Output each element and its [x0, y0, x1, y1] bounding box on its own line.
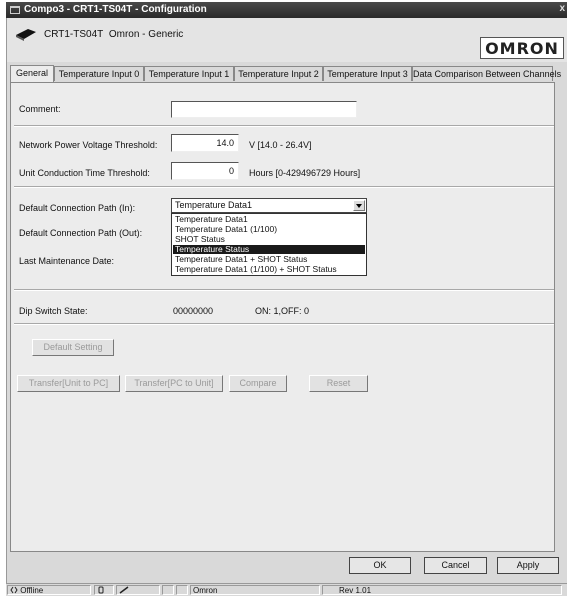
status-revision: Rev 1.01 [322, 585, 562, 595]
omron-logo: OMRON [480, 37, 564, 59]
dropdown-option-selected[interactable]: Temperature Status [173, 245, 365, 254]
tab-temperature-input-0[interactable]: Temperature Input 0 [54, 66, 144, 81]
device-vendor: Omron - Generic [108, 29, 184, 40]
status-mode: Offline [7, 585, 91, 595]
status-mode-text: Offline [20, 586, 44, 595]
path-in-label: Default Connection Path (In): [19, 203, 136, 213]
transfer-to-unit-button[interactable]: Transfer[PC to Unit] [125, 375, 223, 392]
pencil-icon [119, 586, 129, 594]
comment-input[interactable] [171, 101, 357, 118]
status-cell [176, 585, 188, 595]
conduction-threshold-input[interactable]: 0 [171, 162, 239, 180]
tab-temperature-input-1[interactable]: Temperature Input 1 [144, 66, 234, 81]
dropdown-option[interactable]: Temperature Data1 + SHOT Status [173, 255, 365, 264]
reset-button[interactable]: Reset [309, 375, 368, 392]
separator [14, 186, 554, 188]
path-in-value: Temperature Data1 [175, 200, 253, 210]
offline-icon [10, 586, 18, 594]
tab-temperature-input-3[interactable]: Temperature Input 3 [323, 66, 412, 81]
plug-icon [98, 586, 104, 594]
device-icon [16, 29, 36, 41]
separator [14, 289, 554, 291]
status-cell [162, 585, 174, 595]
status-plug [94, 585, 114, 595]
dropdown-option[interactable]: Temperature Data1 [173, 215, 365, 224]
window-title: Compo3 - CRT1-TS04T - Configuration [24, 4, 207, 15]
window-icon [10, 6, 20, 14]
path-dropdown-list: Temperature Data1 Temperature Data1 (1/1… [171, 213, 367, 276]
close-icon[interactable]: x [559, 3, 565, 14]
comment-label: Comment: [19, 104, 61, 114]
conduction-threshold-label: Unit Conduction Time Threshold: [19, 168, 150, 178]
title-bar: Compo3 - CRT1-TS04T - Configuration x [6, 2, 567, 18]
device-model: CRT1-TS04T [44, 29, 104, 40]
ok-button[interactable]: OK [349, 557, 411, 574]
dropdown-option[interactable]: Temperature Data1 (1/100) [173, 225, 365, 234]
tab-general[interactable]: General [10, 65, 54, 82]
tab-data-comparison[interactable]: Data Comparison Between Channels [412, 66, 561, 81]
status-vendor: Omron [190, 585, 320, 595]
separator [14, 125, 554, 127]
general-panel [10, 82, 555, 552]
voltage-threshold-label: Network Power Voltage Threshold: [19, 140, 158, 150]
voltage-threshold-input[interactable]: 14.0 [171, 134, 239, 152]
tab-temperature-input-2[interactable]: Temperature Input 2 [234, 66, 323, 81]
status-bar: Offline Omron Rev 1.01 [6, 583, 567, 596]
conduction-threshold-unit: Hours [0-429496729 Hours] [249, 168, 361, 178]
default-setting-button[interactable]: Default Setting [32, 339, 114, 356]
chevron-down-icon[interactable] [353, 200, 365, 211]
status-edit [116, 585, 160, 595]
device-name: CRT1-TS04T Omron - Generic [44, 29, 183, 40]
voltage-threshold-unit: V [14.0 - 26.4V] [249, 140, 312, 150]
transfer-to-pc-button[interactable]: Transfer[Unit to PC] [17, 375, 120, 392]
separator [14, 323, 554, 325]
path-out-label: Default Connection Path (Out): [19, 228, 143, 238]
dip-switch-label: Dip Switch State: [19, 306, 88, 316]
dropdown-option[interactable]: Temperature Data1 (1/100) + SHOT Status [173, 265, 365, 274]
compare-button[interactable]: Compare [229, 375, 287, 392]
dropdown-option[interactable]: SHOT Status [173, 235, 365, 244]
path-in-select[interactable]: Temperature Data1 [171, 198, 367, 213]
cancel-button[interactable]: Cancel [424, 557, 487, 574]
dip-switch-legend: ON: 1,OFF: 0 [255, 306, 310, 316]
dip-switch-value: 00000000 [173, 306, 214, 316]
maintenance-date-label: Last Maintenance Date: [19, 256, 115, 266]
apply-button[interactable]: Apply [497, 557, 559, 574]
